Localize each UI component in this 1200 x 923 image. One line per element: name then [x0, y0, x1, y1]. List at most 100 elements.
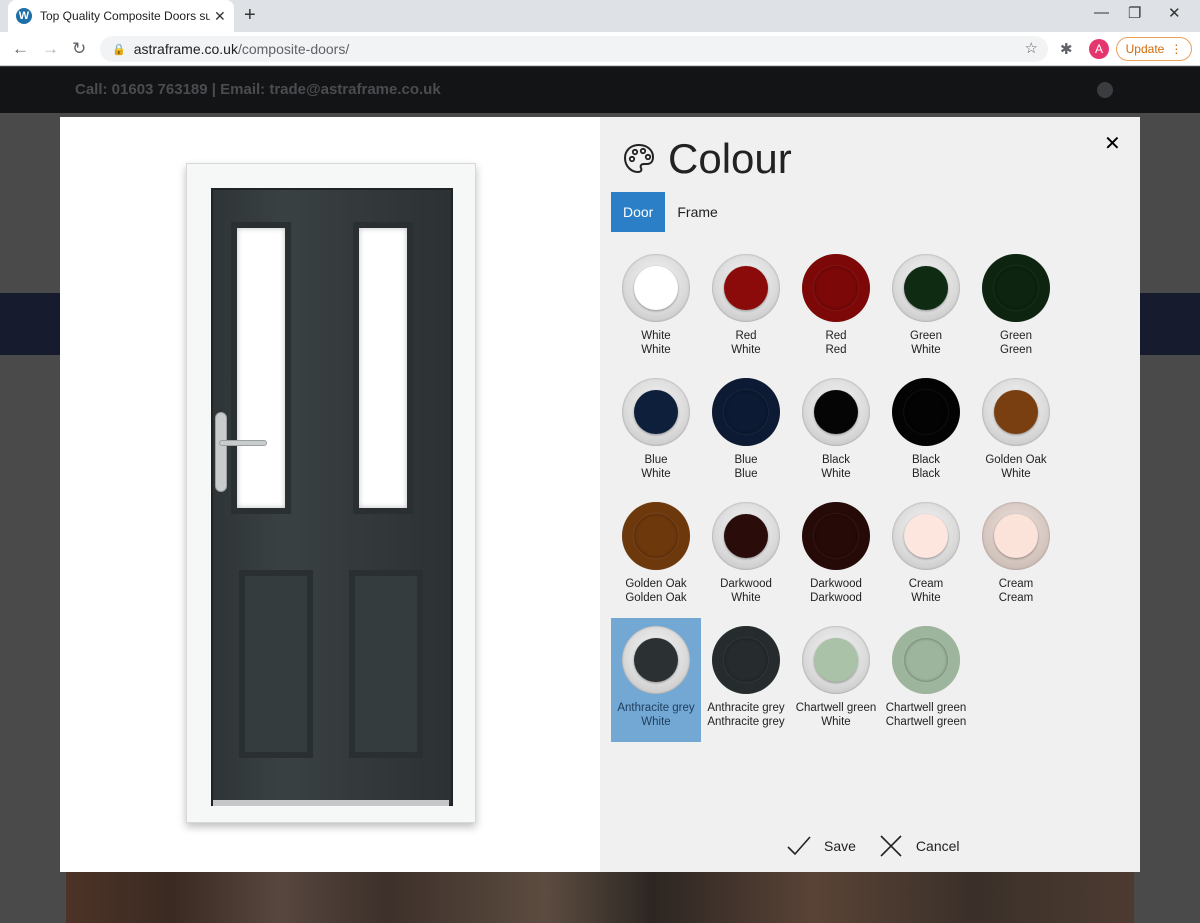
browser-tab-bar: W Top Quality Composite Doors su ✕ + — ❐…: [0, 0, 1200, 32]
forward-icon[interactable]: →: [42, 39, 59, 59]
swatch-label: Anthracite grey Anthracite grey: [701, 701, 791, 729]
swatch-circle: [622, 626, 690, 694]
reload-icon[interactable]: ↻: [72, 39, 86, 59]
swatch-label-door: Black: [821, 454, 851, 466]
site-gallery-strip: [66, 872, 1134, 923]
cancel-label: Cancel: [915, 838, 960, 854]
swatch-circle: [622, 254, 690, 322]
swatch-colour-dot: [634, 266, 678, 310]
swatch-inner-dot: [634, 514, 678, 558]
swatch-label-door: Golden Oak: [985, 454, 1047, 466]
back-icon[interactable]: ←: [12, 39, 29, 59]
swatch-label-frame: White: [911, 344, 941, 356]
colour-target-tabs: Door Frame: [611, 192, 730, 232]
swatch-circle: [622, 502, 690, 570]
swatch-label: Green Green: [971, 329, 1061, 357]
swatch-label-frame: White: [641, 468, 671, 480]
swatch-label-frame: Green: [1000, 344, 1032, 356]
swatch-label-frame: White: [1001, 468, 1031, 480]
minimize-icon[interactable]: —: [1094, 4, 1109, 21]
address-toolbar: ← → ↻ 🔒 astraframe.co.uk/composite-doors…: [0, 32, 1200, 66]
colour-modal: ✕ Colour Door Frame White White Red White Re…: [60, 117, 1140, 872]
door-leaf-image: [211, 188, 453, 806]
colour-swatch[interactable]: White White: [611, 246, 701, 370]
tab-frame[interactable]: Frame: [665, 192, 729, 232]
close-icon[interactable]: ✕: [1104, 131, 1121, 156]
profile-avatar[interactable]: A: [1089, 39, 1109, 59]
colour-swatch[interactable]: Blue Blue: [701, 370, 791, 494]
colour-swatch[interactable]: Anthracite grey Anthracite grey: [701, 618, 791, 742]
browser-tab[interactable]: W Top Quality Composite Doors su ✕: [8, 0, 234, 32]
swatch-label-frame: White: [641, 716, 671, 728]
swatch-label: Green White: [881, 329, 971, 357]
swatch-label-door: Blue: [644, 454, 668, 466]
colour-swatch[interactable]: Golden Oak White: [971, 370, 1061, 494]
door-panel-left: [239, 570, 313, 758]
colour-swatch[interactable]: Chartwell green Chartwell green: [881, 618, 971, 742]
swatch-label: Cream Cream: [971, 577, 1061, 605]
save-button[interactable]: Save: [786, 833, 856, 859]
swatch-colour-dot: [724, 514, 768, 558]
colour-swatch[interactable]: Cream White: [881, 494, 971, 618]
swatch-label: Darkwood Darkwood: [791, 577, 881, 605]
swatch-circle: [712, 254, 780, 322]
facebook-icon[interactable]: [1097, 82, 1113, 98]
swatch-label-frame: White: [911, 592, 941, 604]
door-frame-image: [186, 163, 476, 823]
extensions-icon[interactable]: ✱: [1060, 40, 1073, 58]
tab-door[interactable]: Door: [611, 192, 666, 232]
colour-swatch[interactable]: Black White: [791, 370, 881, 494]
swatch-colour-dot: [634, 638, 678, 682]
colour-swatch[interactable]: Cream Cream: [971, 494, 1061, 618]
colour-swatch[interactable]: Darkwood Darkwood: [791, 494, 881, 618]
swatch-label-door: Red: [735, 330, 757, 342]
swatch-label: Black White: [791, 453, 881, 481]
colour-swatch[interactable]: Golden Oak Golden Oak: [611, 494, 701, 618]
wordpress-icon: W: [16, 8, 32, 24]
bookmark-star-icon[interactable]: ☆: [1025, 39, 1038, 57]
colour-swatch[interactable]: Red White: [701, 246, 791, 370]
colour-swatch[interactable]: Red Red: [791, 246, 881, 370]
colour-swatch[interactable]: Green White: [881, 246, 971, 370]
swatch-circle: [712, 502, 780, 570]
update-button[interactable]: Update ⋮: [1116, 37, 1192, 61]
close-window-icon[interactable]: ✕: [1168, 4, 1181, 22]
door-glass-left: [231, 222, 291, 514]
swatch-circle: [802, 378, 870, 446]
swatch-label-frame: Red: [825, 344, 847, 356]
cancel-button[interactable]: Cancel: [878, 833, 960, 859]
close-tab-icon[interactable]: ✕: [214, 8, 226, 25]
swatch-label-door: Chartwell green: [795, 702, 877, 714]
new-tab-button[interactable]: +: [244, 4, 256, 27]
colour-swatch[interactable]: Green Green: [971, 246, 1061, 370]
palette-icon: [623, 143, 655, 174]
swatch-inner-dot: [904, 390, 948, 434]
colour-swatch[interactable]: Black Black: [881, 370, 971, 494]
swatch-label-frame: Blue: [734, 468, 758, 480]
colour-swatch[interactable]: Darkwood White: [701, 494, 791, 618]
swatch-colour-dot: [634, 390, 678, 434]
colour-swatch[interactable]: Blue White: [611, 370, 701, 494]
swatch-colour-dot: [904, 514, 948, 558]
swatch-label-frame: White: [641, 344, 671, 356]
swatch-label-door: Cream: [908, 578, 944, 590]
swatch-label-door: Green: [1000, 330, 1032, 342]
swatch-label: Blue White: [611, 453, 701, 481]
swatch-circle: [892, 626, 960, 694]
swatch-label: Chartwell green Chartwell green: [881, 701, 971, 729]
colour-swatch[interactable]: Anthracite grey White: [611, 618, 701, 742]
swatch-label-door: Green: [910, 330, 942, 342]
swatch-circle: [982, 378, 1050, 446]
url-bar[interactable]: 🔒 astraframe.co.uk/composite-doors/ ☆: [100, 36, 1048, 62]
swatch-label-door: White: [641, 330, 671, 342]
door-handle-plate: [215, 412, 227, 492]
swatch-label: Cream White: [881, 577, 971, 605]
door-glass-right: [353, 222, 413, 514]
swatch-inner-dot: [994, 266, 1038, 310]
cancel-x-icon: [880, 835, 902, 857]
restore-icon[interactable]: ❐: [1128, 4, 1141, 22]
tab-title: Top Quality Composite Doors su: [40, 9, 210, 23]
check-icon: [787, 836, 811, 856]
swatch-label: Golden Oak White: [971, 453, 1061, 481]
colour-swatch[interactable]: Chartwell green White: [791, 618, 881, 742]
